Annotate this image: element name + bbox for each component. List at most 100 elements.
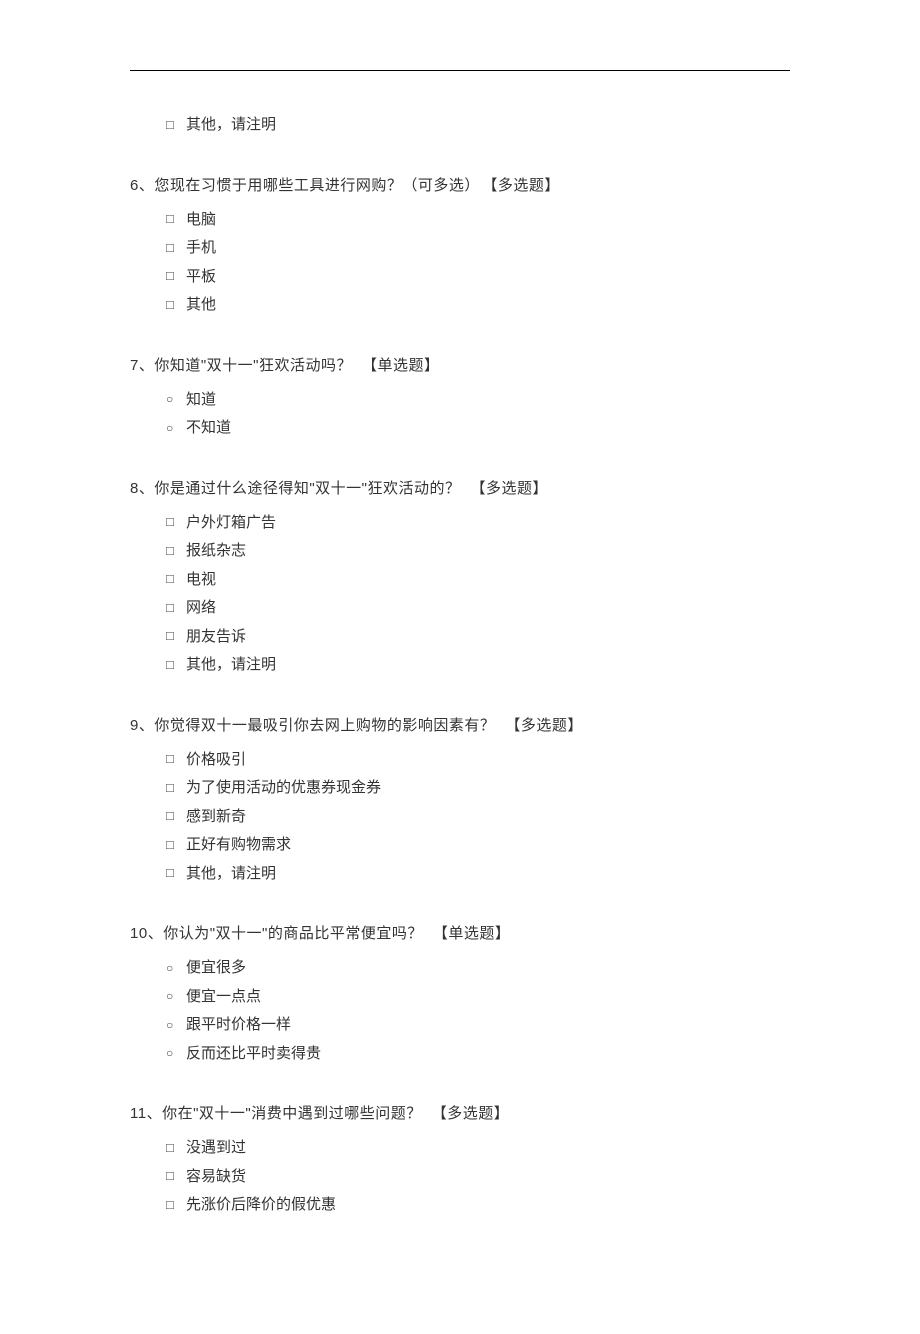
checkbox-icon bbox=[166, 207, 186, 232]
option-label: 反而还比平时卖得贵 bbox=[186, 1040, 321, 1069]
question-number: 7 bbox=[130, 357, 139, 374]
options-list: 电脑手机平板其他 bbox=[130, 206, 790, 320]
option-label: 电脑 bbox=[186, 206, 216, 235]
option-item[interactable]: 正好有购物需求 bbox=[166, 831, 790, 860]
option-label: 网络 bbox=[186, 594, 216, 623]
document-page: 其他，请注明 6、您现在习惯于用哪些工具进行网购？（可多选）【多选题】电脑手机平… bbox=[0, 0, 920, 1334]
question-type-tag: 【多选题】 bbox=[432, 1105, 510, 1122]
options-list: 便宜很多便宜一点点跟平时价格一样反而还比平时卖得贵 bbox=[130, 954, 790, 1068]
option-item[interactable]: 其他 bbox=[166, 291, 790, 320]
question-body: 你是通过什么途径得知"双十一"狂欢活动的？ bbox=[154, 480, 460, 497]
question-type-tag: 【多选题】 bbox=[505, 717, 583, 734]
radio-icon bbox=[166, 1042, 186, 1065]
question-type-tag: 【单选题】 bbox=[362, 357, 440, 374]
option-item[interactable]: 报纸杂志 bbox=[166, 537, 790, 566]
checkbox-icon bbox=[166, 624, 186, 649]
option-label: 知道 bbox=[186, 386, 216, 415]
checkbox-icon bbox=[166, 510, 186, 535]
option-label: 手机 bbox=[186, 234, 216, 263]
option-item[interactable]: 电视 bbox=[166, 566, 790, 595]
options-list: 户外灯箱广告报纸杂志电视网络朋友告诉其他，请注明 bbox=[130, 509, 790, 680]
checkbox-icon bbox=[166, 833, 186, 858]
option-item[interactable]: 反而还比平时卖得贵 bbox=[166, 1040, 790, 1069]
option-label: 为了使用活动的优惠券现金券 bbox=[186, 774, 381, 803]
question-number: 8 bbox=[130, 480, 139, 497]
question-body: 你认为"双十一"的商品比平常便宜吗？ bbox=[163, 925, 423, 942]
option-item[interactable]: 网络 bbox=[166, 594, 790, 623]
option-label: 没遇到过 bbox=[186, 1134, 246, 1163]
options-list: 价格吸引为了使用活动的优惠券现金券感到新奇正好有购物需求其他，请注明 bbox=[130, 746, 790, 889]
question-number: 9 bbox=[130, 717, 139, 734]
option-item[interactable]: 平板 bbox=[166, 263, 790, 292]
option-item[interactable]: 容易缺货 bbox=[166, 1163, 790, 1192]
checkbox-icon bbox=[166, 596, 186, 621]
question-separator: 、 bbox=[139, 177, 155, 194]
checkbox-icon bbox=[166, 567, 186, 592]
radio-icon bbox=[166, 1014, 186, 1037]
questions-container: 6、您现在习惯于用哪些工具进行网购？（可多选）【多选题】电脑手机平板其他7、你知… bbox=[130, 174, 790, 1220]
option-item[interactable]: 朋友告诉 bbox=[166, 623, 790, 652]
question-block: 10、你认为"双十一"的商品比平常便宜吗？ 【单选题】便宜很多便宜一点点跟平时价格… bbox=[130, 922, 790, 1068]
option-item[interactable]: 没遇到过 bbox=[166, 1134, 790, 1163]
question-text: 7、你知道"双十一"狂欢活动吗？ 【单选题】 bbox=[130, 354, 790, 378]
question-type-tag: 【单选题】 bbox=[433, 925, 511, 942]
option-item[interactable]: 价格吸引 bbox=[166, 746, 790, 775]
option-item[interactable]: 知道 bbox=[166, 386, 790, 415]
option-item[interactable]: 其他，请注明 bbox=[166, 860, 790, 889]
options-list: 没遇到过容易缺货先涨价后降价的假优惠 bbox=[130, 1134, 790, 1220]
question-block: 9、你觉得双十一最吸引你去网上购物的影响因素有？【多选题】价格吸引为了使用活动的… bbox=[130, 714, 790, 889]
option-label: 其他，请注明 bbox=[186, 860, 276, 889]
option-item[interactable]: 户外灯箱广告 bbox=[166, 509, 790, 538]
option-item[interactable]: 为了使用活动的优惠券现金券 bbox=[166, 774, 790, 803]
question-text: 8、你是通过什么途径得知"双十一"狂欢活动的？ 【多选题】 bbox=[130, 477, 790, 501]
option-item[interactable]: 便宜一点点 bbox=[166, 983, 790, 1012]
question-block: 8、你是通过什么途径得知"双十一"狂欢活动的？ 【多选题】户外灯箱广告报纸杂志电视… bbox=[130, 477, 790, 680]
option-label: 其他 bbox=[186, 291, 216, 320]
option-item[interactable]: 便宜很多 bbox=[166, 954, 790, 983]
option-item[interactable]: 其他，请注明 bbox=[166, 111, 790, 140]
option-label: 平板 bbox=[186, 263, 216, 292]
option-item[interactable]: 其他，请注明 bbox=[166, 651, 790, 680]
option-label: 电视 bbox=[186, 566, 216, 595]
checkbox-icon bbox=[166, 1164, 186, 1189]
option-label: 其他，请注明 bbox=[186, 111, 276, 140]
option-label: 价格吸引 bbox=[186, 746, 246, 775]
question-number: 10 bbox=[130, 925, 148, 942]
question-block: 11、你在"双十一"消费中遇到过哪些问题？【多选题】没遇到过容易缺货先涨价后降价… bbox=[130, 1102, 790, 1220]
option-item[interactable]: 手机 bbox=[166, 234, 790, 263]
question-type-tag: 【多选题】 bbox=[490, 177, 560, 194]
option-item[interactable]: 感到新奇 bbox=[166, 803, 790, 832]
question-text: 10、你认为"双十一"的商品比平常便宜吗？ 【单选题】 bbox=[130, 922, 790, 946]
checkbox-icon bbox=[166, 236, 186, 261]
option-item[interactable]: 不知道 bbox=[166, 414, 790, 443]
checkbox-icon bbox=[166, 113, 186, 138]
radio-icon bbox=[166, 957, 186, 980]
question-separator: 、 bbox=[147, 1105, 163, 1122]
question-separator: 、 bbox=[139, 480, 155, 497]
radio-icon bbox=[166, 388, 186, 411]
top-rule bbox=[130, 70, 790, 71]
question-body: 你觉得双十一最吸引你去网上购物的影响因素有？ bbox=[154, 717, 495, 734]
question-type-tag: 【多选题】 bbox=[471, 480, 549, 497]
option-label: 不知道 bbox=[186, 414, 231, 443]
radio-icon bbox=[166, 985, 186, 1008]
option-item[interactable]: 先涨价后降价的假优惠 bbox=[166, 1191, 790, 1220]
question-body: 你知道"双十一"狂欢活动吗？ bbox=[154, 357, 352, 374]
option-label: 户外灯箱广告 bbox=[186, 509, 276, 538]
checkbox-icon bbox=[166, 264, 186, 289]
question-block: 6、您现在习惯于用哪些工具进行网购？（可多选）【多选题】电脑手机平板其他 bbox=[130, 174, 790, 320]
radio-icon bbox=[166, 417, 186, 440]
checkbox-icon bbox=[166, 1136, 186, 1161]
checkbox-icon bbox=[166, 776, 186, 801]
option-item[interactable]: 跟平时价格一样 bbox=[166, 1011, 790, 1040]
option-item[interactable]: 电脑 bbox=[166, 206, 790, 235]
option-label: 其他，请注明 bbox=[186, 651, 276, 680]
question-separator: 、 bbox=[148, 925, 164, 942]
option-label: 便宜很多 bbox=[186, 954, 246, 983]
option-label: 感到新奇 bbox=[186, 803, 246, 832]
question-separator: 、 bbox=[139, 357, 155, 374]
question-number: 6 bbox=[130, 177, 139, 194]
checkbox-icon bbox=[166, 861, 186, 886]
option-label: 容易缺货 bbox=[186, 1163, 246, 1192]
question-text: 9、你觉得双十一最吸引你去网上购物的影响因素有？【多选题】 bbox=[130, 714, 790, 738]
